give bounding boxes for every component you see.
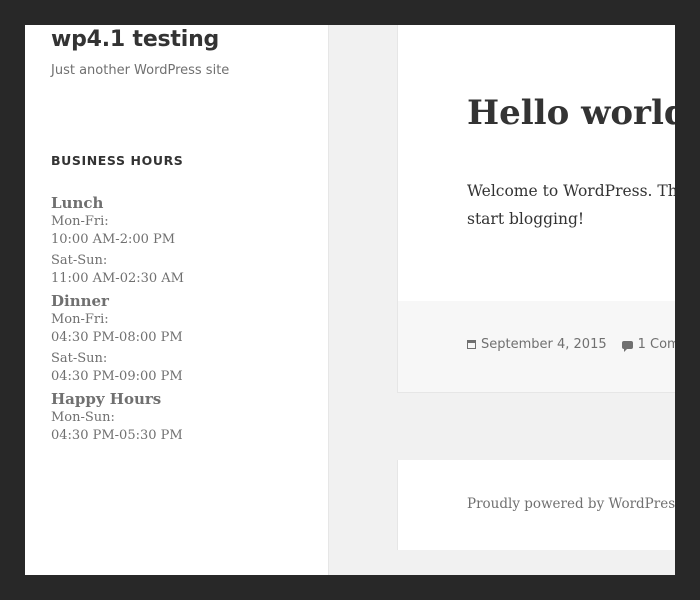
slot-time: 10:00 AM-2:00 PM <box>51 232 176 247</box>
slot-days: Mon-Fri: <box>51 312 109 327</box>
site-description: Just another WordPress site <box>51 63 230 78</box>
meal-name: Dinner <box>51 292 109 310</box>
post-footer: September 4, 2015 1 Comment <box>398 301 675 392</box>
hours-slot: Mon-Fri: 10:00 AM-2:00 PM <box>51 213 311 249</box>
slot-time: 04:30 PM-08:00 PM <box>51 330 183 345</box>
meal-name: Lunch <box>51 194 104 212</box>
post-article: Hello world! Welcome to WordPress. This … <box>397 25 675 393</box>
hours-slot: Sat-Sun: 04:30 PM-09:00 PM <box>51 350 311 386</box>
meal-name: Happy Hours <box>51 390 162 408</box>
slot-days: Mon-Sun: <box>51 410 115 425</box>
meal-dinner: Dinner Mon-Fri: 04:30 PM-08:00 PM Sat-Su… <box>51 291 311 386</box>
post-date-link[interactable]: September 4, 2015 <box>481 337 607 352</box>
business-hours-list: Lunch Mon-Fri: 10:00 AM-2:00 PM Sat-Sun:… <box>51 193 311 448</box>
meal-lunch: Lunch Mon-Fri: 10:00 AM-2:00 PM Sat-Sun:… <box>51 193 311 288</box>
meal-happy-hours: Happy Hours Mon-Sun: 04:30 PM-05:30 PM <box>51 389 311 445</box>
site-footer: Proudly powered by WordPress <box>397 460 675 550</box>
slot-days: Mon-Fri: <box>51 214 109 229</box>
powered-by-link[interactable]: Proudly powered by WordPress <box>467 496 675 512</box>
comments-link[interactable]: 1 Comment <box>638 337 675 352</box>
post-content-line: Welcome to WordPress. This <box>467 182 675 200</box>
hours-slot: Sat-Sun: 11:00 AM-02:30 AM <box>51 252 311 288</box>
site-title[interactable]: wp4.1 testing <box>51 27 219 52</box>
post-content-line: start blogging! <box>467 210 585 228</box>
hours-slot: Mon-Fri: 04:30 PM-08:00 PM <box>51 311 311 347</box>
post-meta: September 4, 2015 1 Comment <box>467 337 675 352</box>
browser-viewport: wp4.1 testing Just another WordPress sit… <box>25 25 675 575</box>
slot-time: 04:30 PM-09:00 PM <box>51 369 183 384</box>
slot-time: 11:00 AM-02:30 AM <box>51 271 184 286</box>
hours-slot: Mon-Sun: 04:30 PM-05:30 PM <box>51 409 311 445</box>
post-content: Welcome to WordPress. This start bloggin… <box>467 177 675 233</box>
calendar-icon <box>467 340 476 349</box>
post-title[interactable]: Hello world! <box>467 93 675 133</box>
slot-time: 04:30 PM-05:30 PM <box>51 428 183 443</box>
comment-icon <box>621 340 633 352</box>
business-hours-widget-title: BUSINESS HOURS <box>51 153 184 168</box>
sidebar: wp4.1 testing Just another WordPress sit… <box>25 25 329 575</box>
slot-days: Sat-Sun: <box>51 253 108 268</box>
slot-days: Sat-Sun: <box>51 351 108 366</box>
